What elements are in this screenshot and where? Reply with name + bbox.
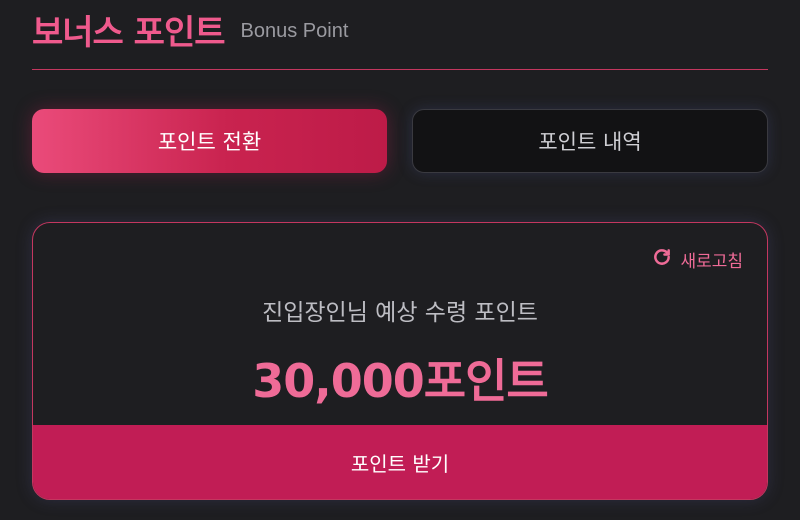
refresh-icon: [652, 247, 672, 272]
receive-points-button[interactable]: 포인트 받기: [33, 425, 767, 499]
tab-label: 포인트 전환: [157, 130, 262, 154]
tab-point-conversion[interactable]: 포인트 전환: [32, 109, 387, 173]
page-title: 보너스 포인트: [32, 13, 226, 53]
points-card: 새로고침 진입장인님 예상 수령 포인트 30,000포인트 포인트 받기: [32, 222, 768, 500]
bonus-point-page: 보너스 포인트 Bonus Point 포인트 전환 포인트 내역 새로고침 진…: [0, 0, 800, 520]
refresh-button[interactable]: 새로고침: [652, 247, 743, 272]
tab-point-history[interactable]: 포인트 내역: [412, 109, 768, 173]
page-header: 보너스 포인트 Bonus Point: [32, 0, 768, 70]
refresh-label: 새로고침: [680, 252, 743, 272]
expected-points-value: 30,000포인트: [252, 354, 548, 408]
receive-points-label: 포인트 받기: [350, 451, 450, 476]
page-subtitle: Bonus Point: [240, 20, 349, 42]
expected-points-label: 진입장인님 예상 수령 포인트: [262, 300, 538, 326]
tab-label: 포인트 내역: [538, 130, 642, 154]
